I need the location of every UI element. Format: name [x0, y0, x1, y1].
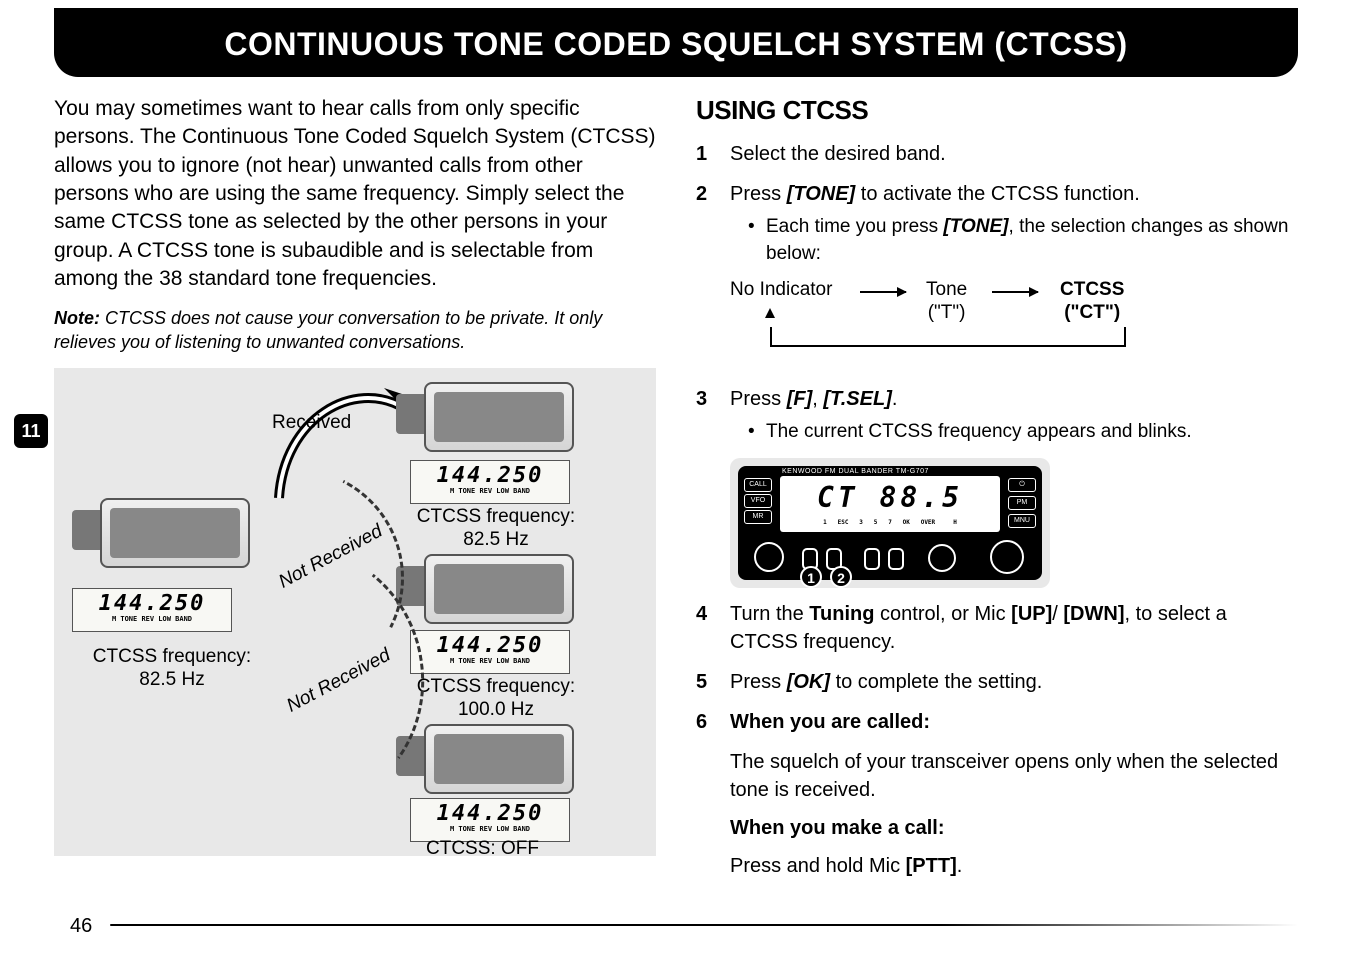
page-title: CONTINUOUS TONE CODED SQUELCH SYSTEM (CT…	[54, 26, 1298, 63]
section-heading: USING CTCSS	[696, 95, 1298, 126]
footer-divider-icon	[110, 924, 1298, 926]
radio-face-illustration: KENWOOD FM DUAL BANDER TM-G707 CT 88.5 1…	[730, 458, 1050, 588]
caption-rx2: CTCSS frequency: 100.0 Hz	[406, 676, 586, 722]
step-5: Press [OK] to complete the setting.	[696, 668, 1298, 696]
step-3-subbullet: The current CTCSS frequency appears and …	[748, 419, 1298, 446]
lcd-rx2: 144.250 M TONE REV LOW BAND	[410, 630, 570, 674]
caption-rx3: CTCSS: OFF	[426, 838, 539, 856]
radio-rx2-icon	[424, 554, 574, 624]
steps-list: Select the desired band. Press [TONE] to…	[696, 140, 1298, 267]
lcd-rx3: 144.250 M TONE REV LOW BAND	[410, 798, 570, 842]
cycle-no-indicator: No Indicator	[730, 279, 832, 302]
step-6-make-heading: When you make a call:	[730, 814, 1298, 842]
panel-btn-icon	[888, 548, 904, 570]
knob-icon	[928, 544, 956, 572]
radio-brand: KENWOOD FM DUAL BANDER TM-G707	[782, 468, 929, 475]
step-6-make-body: Press and hold Mic [PTT].	[730, 852, 1298, 880]
note-label: Note:	[54, 308, 100, 328]
arrow-right-icon	[860, 291, 906, 293]
cycle-tone: Tone ("T")	[926, 279, 967, 325]
left-column: You may sometimes want to hear calls fro…	[54, 95, 656, 890]
note-paragraph: Note: CTCSS does not cause your conversa…	[54, 307, 656, 354]
tone-cycle-diagram: No Indicator Tone ("T") CTCSS ("CT")	[730, 279, 1298, 369]
intro-paragraph: You may sometimes want to hear calls fro…	[54, 95, 656, 293]
step-1: Select the desired band.	[696, 140, 1298, 168]
step-4: Turn the Tuning control, or Mic [UP]/ [D…	[696, 600, 1298, 656]
arrow-right-icon	[992, 291, 1038, 293]
knob-icon	[754, 542, 784, 572]
note-body: CTCSS does not cause your conversation t…	[54, 308, 602, 351]
step-3: Press [F], [T.SEL]. The current CTCSS fr…	[696, 385, 1298, 446]
lcd-rx1: 144.250 M TONE REV LOW BAND	[410, 460, 570, 504]
step-6: When you are called:	[696, 708, 1298, 736]
page-number: 46	[70, 915, 92, 938]
callout-1: 1	[800, 566, 822, 588]
label-received: Received	[272, 412, 351, 435]
step-2-subbullet: Each time you press [TONE], the selectio…	[748, 214, 1298, 267]
steps-list-continued-2: Turn the Tuning control, or Mic [UP]/ [D…	[696, 600, 1298, 736]
callout-2: 2	[830, 566, 852, 588]
steps-list-continued: Press [F], [T.SEL]. The current CTCSS fr…	[696, 385, 1298, 446]
radio-lcd: CT 88.5 1 ESC 3 5 7 OK OVER H	[780, 476, 1000, 532]
knob-icon	[990, 540, 1024, 574]
right-column: USING CTCSS Select the desired band. Pre…	[696, 95, 1298, 890]
caption-rx1: CTCSS frequency: 82.5 Hz	[406, 506, 586, 552]
loop-line-icon	[770, 327, 1126, 347]
ctcss-diagram: 144.250 M TONE REV LOW BAND CTCSS freque…	[54, 368, 656, 856]
page-header: CONTINUOUS TONE CODED SQUELCH SYSTEM (CT…	[54, 8, 1298, 77]
radio-rx3-icon	[424, 724, 574, 794]
chapter-tab: 11	[14, 414, 48, 448]
step-2: Press [TONE] to activate the CTCSS funct…	[696, 180, 1298, 267]
radio-rx1-icon	[424, 382, 574, 452]
step-6-called-body: The squelch of your transceiver opens on…	[730, 748, 1298, 804]
panel-btn-icon	[864, 548, 880, 570]
cycle-ctcss: CTCSS ("CT")	[1060, 279, 1124, 325]
